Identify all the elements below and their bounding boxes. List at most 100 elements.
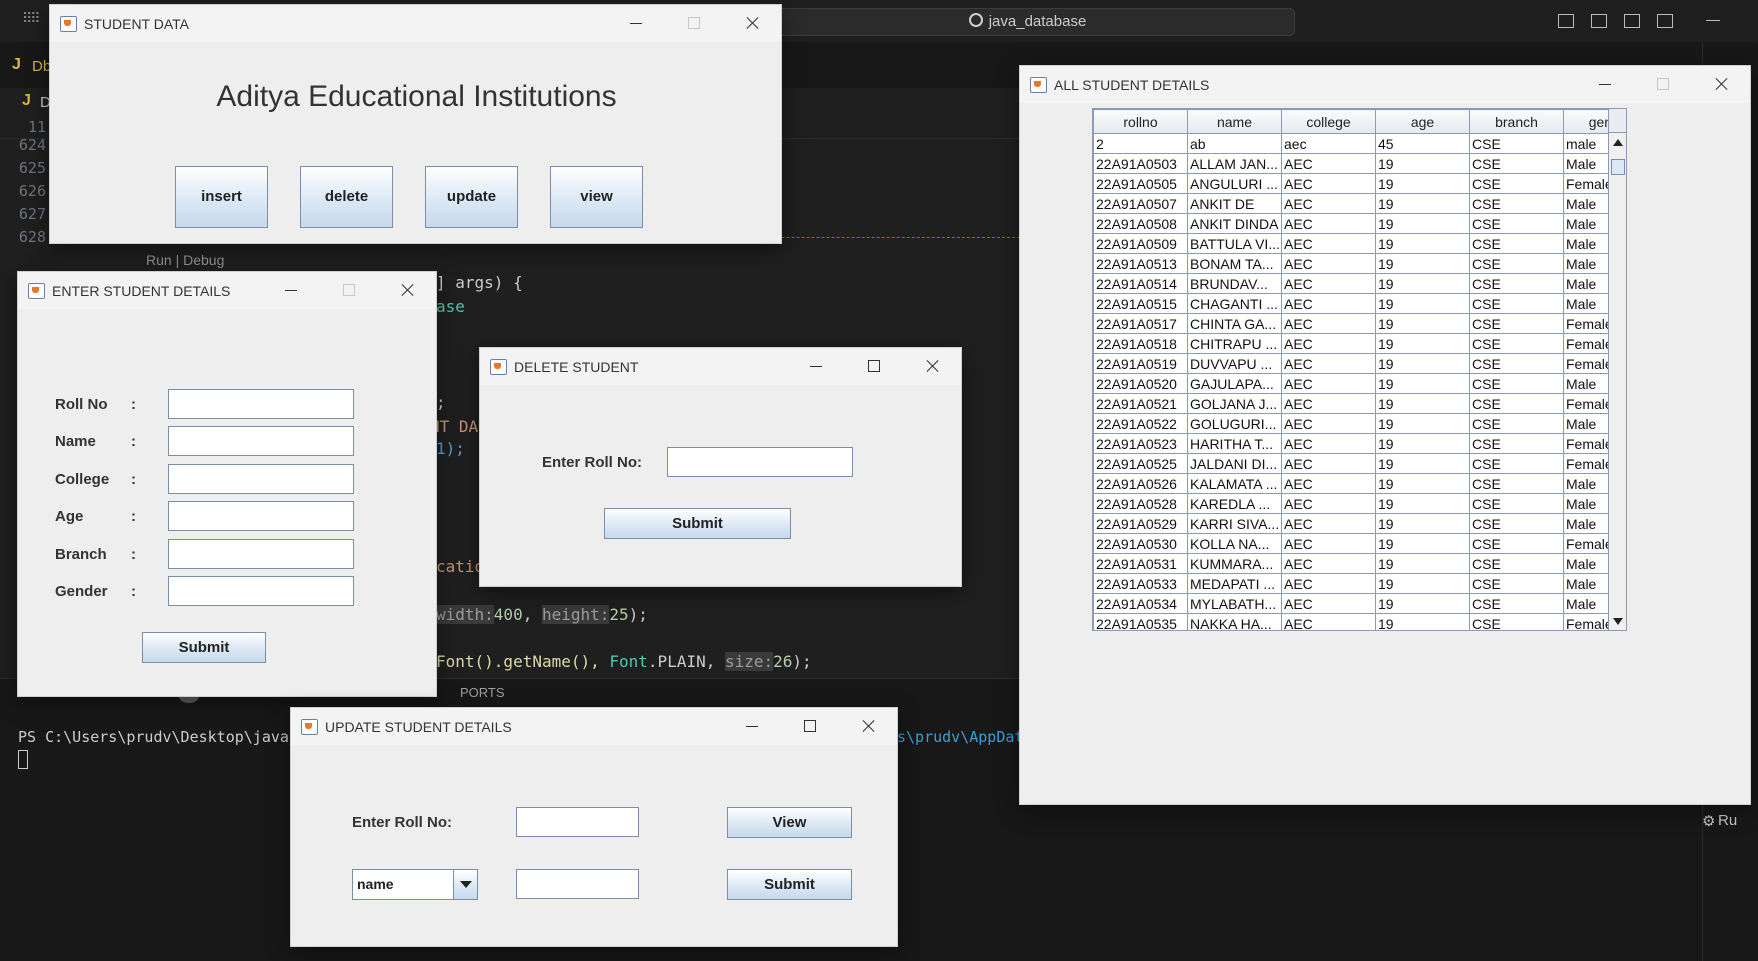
cell-college[interactable]: AEC [1281,273,1376,294]
toggle-panel-icon[interactable] [1591,14,1607,28]
table-row[interactable]: 22A91A0525 JALDANI DI... AEC 19 CSE Female [1093,453,1626,474]
table-row[interactable]: 22A91A0523 HARITHA T... AEC 19 CSE Female [1093,433,1626,454]
close-icon[interactable] [903,348,961,385]
cell-age[interactable]: 19 [1375,353,1470,374]
minimize-icon[interactable] [1576,66,1634,103]
cell-name[interactable]: ANKIT DE [1187,193,1282,214]
cell-name[interactable]: KAREDLA ... [1187,493,1282,514]
cell-age[interactable]: 19 [1375,453,1470,474]
cell-branch[interactable]: CSE [1469,513,1564,534]
cell-college[interactable]: AEC [1281,613,1376,630]
cell-name[interactable]: MYLABATH... [1187,593,1282,614]
cell-rollno[interactable]: 22A91A0530 [1093,533,1188,554]
cell-rollno[interactable]: 22A91A0523 [1093,433,1188,454]
minimize-icon[interactable] [607,5,665,42]
cell-college[interactable]: aec [1281,133,1376,154]
cell-rollno[interactable]: 22A91A0529 [1093,513,1188,534]
close-icon[interactable] [839,708,897,745]
cell-college[interactable]: AEC [1281,473,1376,494]
scroll-down-icon[interactable] [1613,618,1623,625]
age-field[interactable] [168,501,354,531]
cell-rollno[interactable]: 22A91A0534 [1093,593,1188,614]
cell-rollno[interactable]: 22A91A0535 [1093,613,1188,630]
cell-age[interactable]: 19 [1375,293,1470,314]
cell-branch[interactable]: CSE [1469,133,1564,154]
branch-field[interactable] [168,539,354,569]
cell-age[interactable]: 19 [1375,253,1470,274]
table-row[interactable]: 22A91A0517 CHINTA GA... AEC 19 CSE Female [1093,313,1626,334]
name-field[interactable] [168,426,354,456]
cell-branch[interactable]: CSE [1469,433,1564,454]
cell-branch[interactable]: CSE [1469,353,1564,374]
student-table-grid[interactable]: rollno name college age branch gender 2a… [1093,109,1626,630]
cell-age[interactable]: 19 [1375,273,1470,294]
cell-age[interactable]: 19 [1375,313,1470,334]
cell-college[interactable]: AEC [1281,493,1376,514]
cell-college[interactable]: AEC [1281,413,1376,434]
cell-name[interactable]: JALDANI DI... [1187,453,1282,474]
cell-name[interactable]: CHINTA GA... [1187,313,1282,334]
cell-college[interactable]: AEC [1281,193,1376,214]
table-row[interactable]: 22A91A0528 KAREDLA ... AEC 19 CSE Male [1093,493,1626,514]
cell-branch[interactable]: CSE [1469,213,1564,234]
minimize-icon[interactable] [723,708,781,745]
maximize-icon[interactable] [845,348,903,385]
cell-branch[interactable]: CSE [1469,253,1564,274]
cell-name[interactable]: GOLUGURI... [1187,413,1282,434]
insert-button[interactable]: insert [175,166,268,228]
cell-age[interactable]: 19 [1375,233,1470,254]
table-row[interactable]: 22A91A0520 GAJULAPA... AEC 19 CSE Male [1093,373,1626,394]
cell-age[interactable]: 19 [1375,413,1470,434]
cell-age[interactable]: 19 [1375,193,1470,214]
cell-name[interactable]: MEDAPATI ... [1187,573,1282,594]
cell-age[interactable]: 19 [1375,173,1470,194]
cell-name[interactable]: CHITRAPU ... [1187,333,1282,354]
cell-name[interactable]: CHAGANTI ... [1187,293,1282,314]
cell-age[interactable]: 19 [1375,473,1470,494]
cell-college[interactable]: AEC [1281,153,1376,174]
cell-age[interactable]: 19 [1375,573,1470,594]
cell-age[interactable]: 19 [1375,433,1470,454]
cell-branch[interactable]: CSE [1469,613,1564,630]
submit-button[interactable]: Submit [604,508,791,539]
cell-rollno[interactable]: 22A91A0521 [1093,393,1188,414]
cell-branch[interactable]: CSE [1469,393,1564,414]
cell-age[interactable]: 19 [1375,613,1470,630]
cell-branch[interactable]: CSE [1469,233,1564,254]
cell-college[interactable]: AEC [1281,393,1376,414]
table-row[interactable]: 22A91A0530 KOLLA NA... AEC 19 CSE Female [1093,533,1626,554]
table-row[interactable]: 22A91A0519 DUVVAPU ... AEC 19 CSE Female [1093,353,1626,374]
cell-name[interactable]: ANKIT DINDA [1187,213,1282,234]
table-row[interactable]: 22A91A0515 CHAGANTI ... AEC 19 CSE Male [1093,293,1626,314]
rollno-field[interactable] [168,389,354,419]
cell-name[interactable]: ALLAM JAN... [1187,153,1282,174]
table-row[interactable]: 22A91A0534 MYLABATH... AEC 19 CSE Male [1093,593,1626,614]
cell-college[interactable]: AEC [1281,453,1376,474]
column-header-branch[interactable]: branch [1469,109,1564,134]
table-row[interactable]: 22A91A0503 ALLAM JAN... AEC 19 CSE Male [1093,153,1626,174]
cell-branch[interactable]: CSE [1469,473,1564,494]
cell-branch[interactable]: CSE [1469,373,1564,394]
close-icon[interactable] [723,5,781,42]
cell-rollno[interactable]: 22A91A0507 [1093,193,1188,214]
cell-rollno[interactable]: 22A91A0509 [1093,233,1188,254]
table-row[interactable]: 22A91A0526 KALAMATA ... AEC 19 CSE Male [1093,473,1626,494]
cell-age[interactable]: 19 [1375,553,1470,574]
cell-name[interactable]: GOLJANA J... [1187,393,1282,414]
column-header-college[interactable]: college [1281,109,1376,134]
cell-age[interactable]: 19 [1375,493,1470,514]
table-row[interactable]: 2 ab aec 45 CSE male [1093,133,1626,154]
cell-branch[interactable]: CSE [1469,193,1564,214]
cell-college[interactable]: AEC [1281,373,1376,394]
cell-rollno[interactable]: 22A91A0520 [1093,373,1188,394]
cell-college[interactable]: AEC [1281,433,1376,454]
table-row[interactable]: 22A91A0508 ANKIT DINDA AEC 19 CSE Male [1093,213,1626,234]
cell-name[interactable]: ANGULURI ... [1187,173,1282,194]
table-row[interactable]: 22A91A0521 GOLJANA J... AEC 19 CSE Female [1093,393,1626,414]
update-button[interactable]: update [425,166,518,228]
chevron-down-icon[interactable] [453,870,477,899]
gender-field[interactable] [168,576,354,606]
cell-branch[interactable]: CSE [1469,333,1564,354]
cell-rollno[interactable]: 22A91A0531 [1093,553,1188,574]
minimize-icon[interactable] [787,348,845,385]
